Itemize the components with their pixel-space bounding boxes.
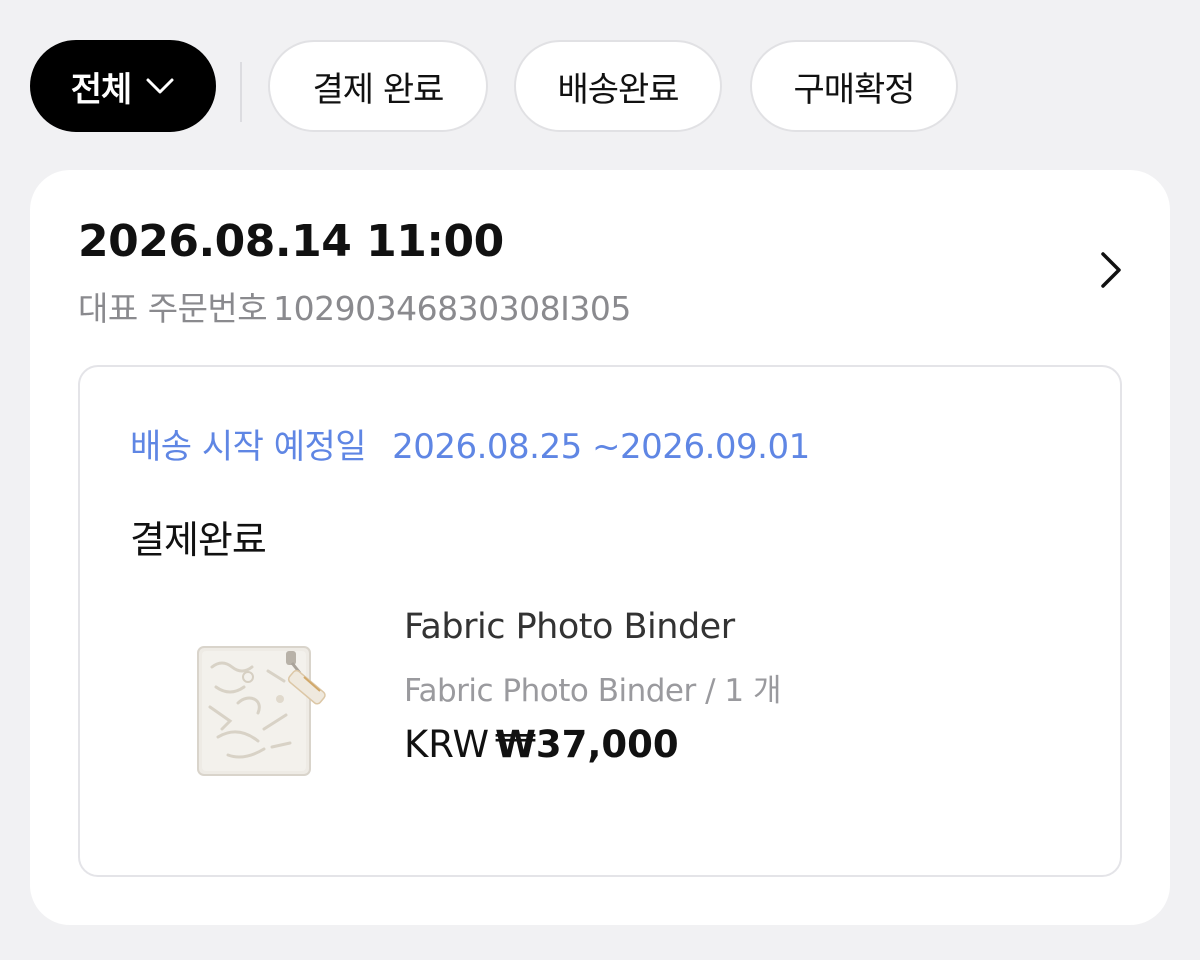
chevron-down-icon [146, 78, 174, 94]
shipping-dates: 2026.08.25 ~2026.09.01 [392, 427, 810, 467]
product-name[interactable]: Fabric Photo Binder [404, 607, 735, 647]
filter-chip-delivered[interactable]: 배송완료 [514, 40, 722, 132]
filter-all-dropdown[interactable]: 전체 [30, 40, 216, 132]
order-card[interactable]: 2026.08.14 11:00 대표 주문번호 10290346830308I3… [30, 170, 1170, 925]
shipping-schedule: 배송 시작 예정일 2026.08.25 ~2026.09.01 [130, 419, 810, 468]
product-price: KRW ₩37,000 [404, 723, 679, 766]
product-option: Fabric Photo Binder / 1 개 [404, 673, 781, 709]
price-currency: KRW [404, 723, 490, 766]
filter-divider [240, 62, 242, 122]
order-number-label: 대표 주문번호 [78, 289, 268, 328]
order-item-box: 배송 시작 예정일 2026.08.25 ~2026.09.01 결제완료 Fab… [78, 365, 1122, 877]
order-number: 대표 주문번호 10290346830308I305 [78, 282, 631, 330]
order-status: 결제완료 [130, 518, 267, 562]
order-number-value: 10290346830308I305 [273, 289, 631, 328]
chevron-right-icon[interactable] [1098, 250, 1124, 290]
filter-bar: 전체 결제 완료 배송완료 구매확정 [0, 0, 1200, 170]
price-amount: ₩37,000 [495, 723, 679, 766]
filter-chip-purchase-confirmed[interactable]: 구매확정 [750, 40, 958, 132]
product-thumbnail[interactable] [168, 607, 358, 797]
shipping-label: 배송 시작 예정일 [130, 427, 367, 467]
filter-all-label: 전체 [70, 69, 133, 110]
order-date: 2026.08.14 11:00 [78, 216, 504, 267]
filter-chip-payment-complete[interactable]: 결제 완료 [268, 40, 488, 132]
